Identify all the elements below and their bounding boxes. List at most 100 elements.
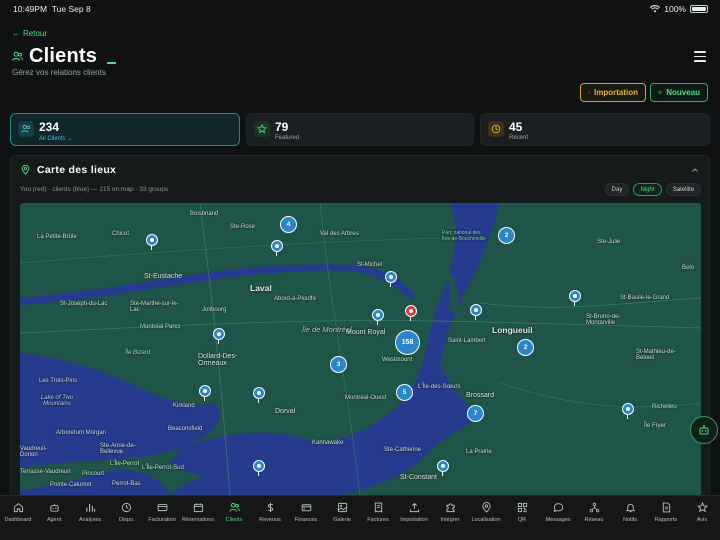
- nav-importation[interactable]: Importation: [396, 496, 432, 540]
- map-cluster[interactable]: 7: [467, 405, 484, 422]
- chevron-up-icon[interactable]: [691, 166, 699, 174]
- place-label: Longueuil: [492, 325, 533, 335]
- home-icon: [13, 503, 23, 513]
- place-label: St-Joseph-du-Lac: [60, 301, 108, 307]
- client-pin[interactable]: [437, 460, 449, 476]
- place-label: Jolibourg: [202, 307, 227, 313]
- place-label: L'Île-Perrot: [110, 461, 140, 467]
- map-cluster[interactable]: 3: [330, 356, 347, 373]
- nav-localisation[interactable]: Localisation: [468, 496, 504, 540]
- import-button[interactable]: Importation: [580, 83, 646, 102]
- client-pin[interactable]: [146, 234, 158, 250]
- nav-galerie[interactable]: Galerie: [324, 496, 360, 540]
- place-label: St-Constant: [400, 474, 437, 481]
- place-label: St-Eustache: [144, 273, 183, 280]
- stat-card-recent[interactable]: 45 Recent: [480, 113, 710, 146]
- client-pin[interactable]: [622, 403, 634, 419]
- place-label: Beaconsfield: [168, 426, 203, 432]
- title-cursor: [107, 61, 117, 64]
- nav-agent[interactable]: Agent: [36, 496, 72, 540]
- bell-icon: [625, 503, 635, 513]
- stat-card-all-clients[interactable]: 234 All Clients ⌄: [10, 113, 240, 146]
- nav-clients[interactable]: Clients: [216, 496, 252, 540]
- file-icon: [662, 502, 670, 513]
- assistant-button[interactable]: [690, 416, 718, 444]
- nav-factures[interactable]: Factures: [360, 496, 396, 540]
- puzzle-icon: [445, 503, 455, 513]
- nav-integrer[interactable]: Intégrer: [432, 496, 468, 540]
- you-pin[interactable]: [405, 305, 417, 321]
- user-plus-icon: [658, 90, 663, 95]
- arrow-left-icon: ←: [12, 29, 20, 38]
- client-pin[interactable]: [199, 385, 211, 401]
- place-label: Val des Arbres: [320, 231, 359, 237]
- menu-icon[interactable]: [694, 51, 706, 65]
- place-label: Kahnawake: [312, 440, 344, 446]
- place-label: Brossard: [466, 392, 495, 399]
- calendar-icon: [193, 503, 203, 513]
- place-label: Dorval: [275, 408, 296, 415]
- place-label: St-Mathieu-de-Beloeil: [636, 349, 676, 361]
- map-cluster[interactable]: 4: [280, 216, 297, 233]
- message-icon: [553, 503, 563, 513]
- map-cluster[interactable]: 2: [517, 339, 534, 356]
- wifi-icon: [650, 5, 661, 13]
- map-cluster[interactable]: 2: [498, 227, 515, 244]
- map-header[interactable]: Carte des lieux: [21, 164, 116, 176]
- nav-revenus[interactable]: Revenus: [252, 496, 288, 540]
- nav-dashboard[interactable]: Dashboard: [0, 496, 36, 540]
- place-label: Île Bizard: [125, 350, 151, 356]
- place-label: Richelieu: [652, 404, 677, 410]
- map-mode-satellite[interactable]: Satellite: [666, 183, 701, 196]
- client-pin[interactable]: [253, 460, 265, 476]
- image-icon: [337, 502, 347, 513]
- stat-value: 45: [509, 120, 523, 134]
- bar-chart-icon: [85, 503, 95, 512]
- nav-notifs[interactable]: Notifs: [612, 496, 648, 540]
- nav-rapports[interactable]: Rapports: [648, 496, 684, 540]
- place-label: Terrasse-Vaudreuil: [20, 469, 70, 475]
- network-icon: [589, 502, 599, 513]
- nav-reseau[interactable]: Réseau: [576, 496, 612, 540]
- nav-dispo[interactable]: Dispo: [108, 496, 144, 540]
- place-label: Perrot-Bas: [112, 481, 141, 487]
- place-label: Westmount: [382, 357, 413, 363]
- place-label: Pincourt: [82, 471, 105, 477]
- page-title: Clients: [29, 45, 98, 67]
- place-label: St-Basile-le-Grand: [620, 295, 670, 301]
- page-header: Clients: [12, 45, 117, 68]
- back-link[interactable]: ← Retour: [12, 29, 47, 38]
- client-pin[interactable]: [470, 304, 482, 320]
- place-label: Île Fryer: [644, 423, 667, 429]
- nav-reservations[interactable]: Réservations: [180, 496, 216, 540]
- client-pin[interactable]: [271, 240, 283, 256]
- map-cluster[interactable]: 5: [396, 384, 413, 401]
- nav-qr[interactable]: QR: [504, 496, 540, 540]
- client-pin[interactable]: [213, 328, 225, 344]
- place-label: Pointe-Calumet: [50, 482, 92, 488]
- map-cluster[interactable]: 158: [395, 330, 420, 355]
- stat-value: 234: [39, 120, 60, 134]
- place-label: Ste-Julie: [597, 239, 621, 245]
- new-client-button[interactable]: Nouveau: [650, 83, 708, 102]
- place-label: Arboretum Morgan: [56, 430, 107, 436]
- stat-card-featured[interactable]: 79 Featured: [246, 113, 474, 146]
- stat-label: Recent: [509, 135, 529, 141]
- client-pin[interactable]: [385, 271, 397, 287]
- map-view[interactable]: Boisbriand Ste-Rose Val des Arbres Parc …: [20, 203, 701, 496]
- users-icon: [12, 51, 23, 61]
- nav-avis[interactable]: Avis: [684, 496, 720, 540]
- battery-text: 100%: [664, 4, 686, 14]
- nav-analyses[interactable]: Analyses: [72, 496, 108, 540]
- nav-facturation[interactable]: Facturation: [144, 496, 180, 540]
- map-mode-day[interactable]: Day: [605, 183, 629, 196]
- place-label: L'Île-Perrot-Sud: [142, 465, 184, 471]
- place-label: Boisbriand: [190, 211, 219, 217]
- map-mode-night[interactable]: Night: [633, 183, 662, 196]
- nav-messages[interactable]: Messages: [540, 496, 576, 540]
- place-label: Vaudreuil-Dorion: [20, 446, 47, 458]
- client-pin[interactable]: [253, 387, 265, 403]
- client-pin[interactable]: [372, 309, 384, 325]
- nav-finances[interactable]: Finances: [288, 496, 324, 540]
- client-pin[interactable]: [569, 290, 581, 306]
